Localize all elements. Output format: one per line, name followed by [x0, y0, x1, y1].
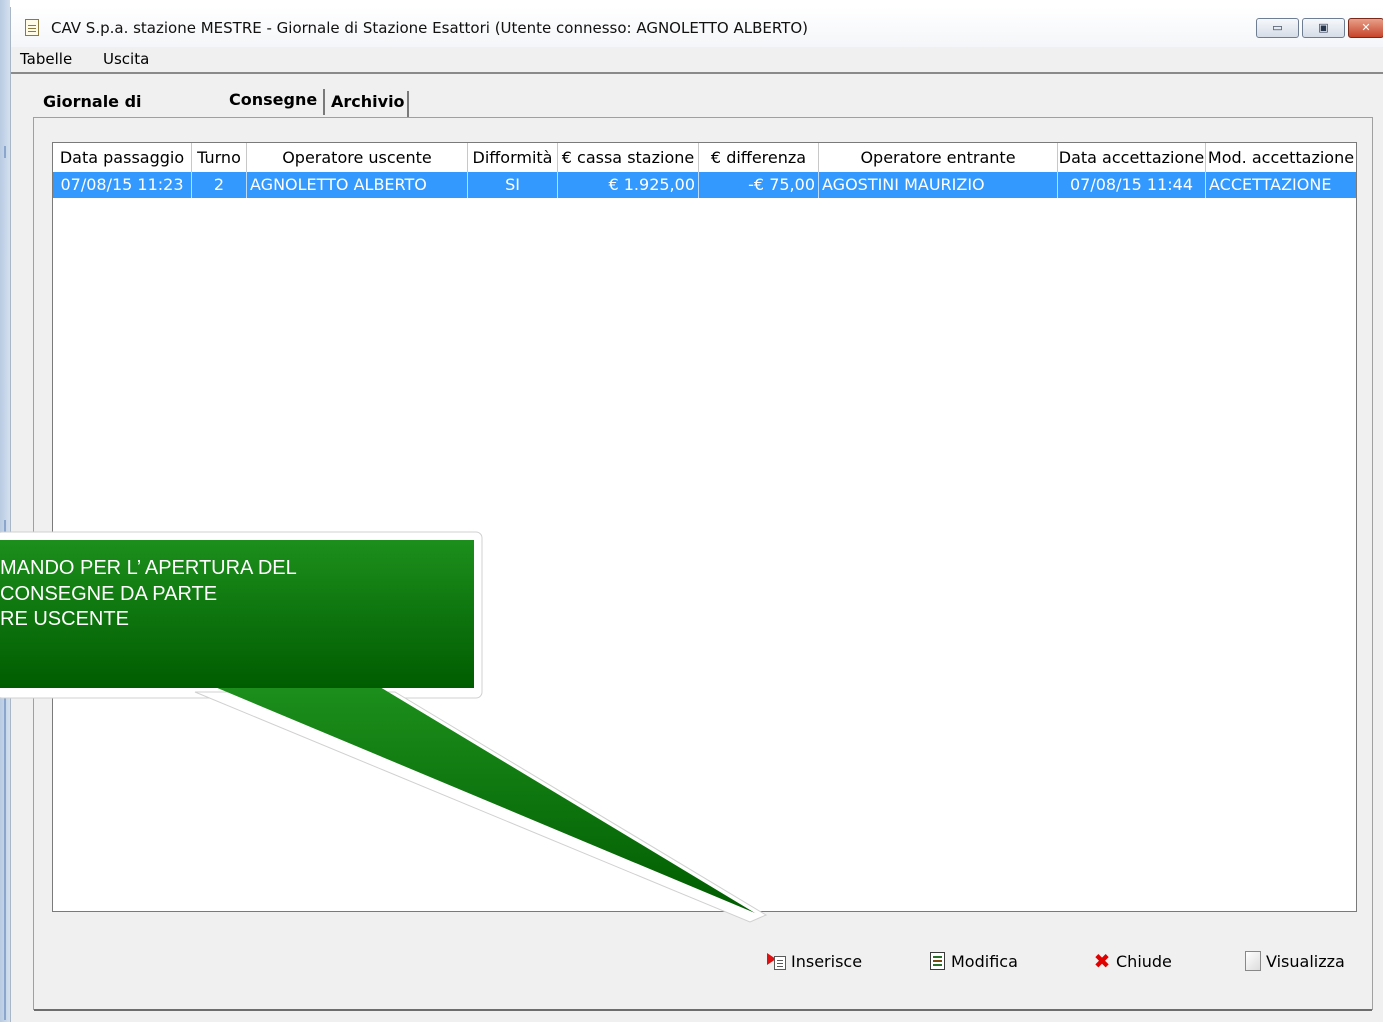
cell-cassa-stazione: € 1.925,00	[558, 172, 699, 198]
chiude-button[interactable]: ✖ Chiude	[1092, 947, 1172, 975]
tab-label: Archivio	[331, 92, 405, 111]
visualizza-button[interactable]: Visualizza	[1242, 947, 1345, 975]
window-title: CAV S.p.a. stazione MESTRE - Giornale di…	[51, 19, 808, 37]
table-row[interactable]: 07/08/15 11:23 2 AGNOLETTO ALBERTO SI € …	[53, 172, 1356, 198]
desktop-edge-mark	[4, 146, 6, 158]
cell-operatore-uscente: AGNOLETTO ALBERTO	[247, 172, 468, 198]
menu-uscita[interactable]: Uscita	[103, 50, 149, 68]
insert-document-icon	[767, 951, 787, 971]
inserisce-button[interactable]: Inserisce	[767, 947, 862, 975]
app-window: CAV S.p.a. stazione MESTRE - Giornale di…	[10, 7, 1383, 1022]
cell-data-passaggio: 07/08/15 11:23	[53, 172, 192, 198]
view-document-icon	[1242, 951, 1262, 971]
menu-bar: Tabelle Uscita	[11, 47, 1383, 74]
cell-operatore-entrante: AGOSTINI MAURIZIO	[819, 172, 1058, 198]
column-header[interactable]: € differenza	[699, 143, 819, 172]
cell-differenza: -€ 75,00	[699, 172, 819, 198]
column-header[interactable]: Operatore entrante	[819, 143, 1058, 172]
table-header: Data passaggio Turno Operatore uscente D…	[53, 143, 1356, 172]
button-label: Inserisce	[791, 951, 863, 971]
cell-data-accettazione: 07/08/15 11:44	[1058, 172, 1206, 198]
minimize-button[interactable]: ▭	[1256, 18, 1299, 38]
tab-giornale-di-stazione[interactable]: Giornale di Stazione	[37, 87, 223, 141]
close-window-button[interactable]: ✕	[1348, 18, 1383, 38]
cell-turno: 2	[192, 172, 247, 198]
column-header[interactable]: Mod. accettazione	[1206, 143, 1356, 172]
maximize-button[interactable]: ▣	[1302, 18, 1345, 38]
close-x-icon: ✖	[1093, 949, 1111, 973]
button-label: Modifica	[951, 951, 1018, 971]
tab-label: Consegne	[229, 90, 318, 109]
edit-document-icon	[927, 951, 947, 971]
column-header[interactable]: Data passaggio	[53, 143, 192, 172]
button-label: Chiude	[1116, 951, 1172, 971]
column-header[interactable]: € cassa stazione	[558, 143, 699, 172]
tab-archivio[interactable]: Archivio	[325, 87, 409, 117]
consegne-table[interactable]: Data passaggio Turno Operatore uscente D…	[52, 142, 1357, 912]
column-header[interactable]: Data accettazione	[1058, 143, 1206, 172]
app-document-icon	[25, 19, 39, 36]
modifica-button[interactable]: Modifica	[927, 947, 1018, 975]
button-label: Visualizza	[1266, 951, 1345, 971]
cell-mod-accettazione: ACCETTAZIONE	[1209, 175, 1332, 194]
column-header[interactable]: Difformità	[468, 143, 558, 172]
desktop-edge-mark	[4, 520, 6, 1020]
column-header[interactable]: Turno	[192, 143, 247, 172]
cell-difformita: SI	[468, 172, 558, 198]
tab-consegne[interactable]: Consegne	[223, 85, 325, 115]
column-header[interactable]: Operatore uscente	[247, 143, 468, 172]
tab-separator	[407, 91, 409, 117]
menu-tabelle[interactable]: Tabelle	[20, 50, 72, 68]
title-bar[interactable]: CAV S.p.a. stazione MESTRE - Giornale di…	[11, 7, 1383, 47]
desktop-edge	[0, 0, 10, 1022]
